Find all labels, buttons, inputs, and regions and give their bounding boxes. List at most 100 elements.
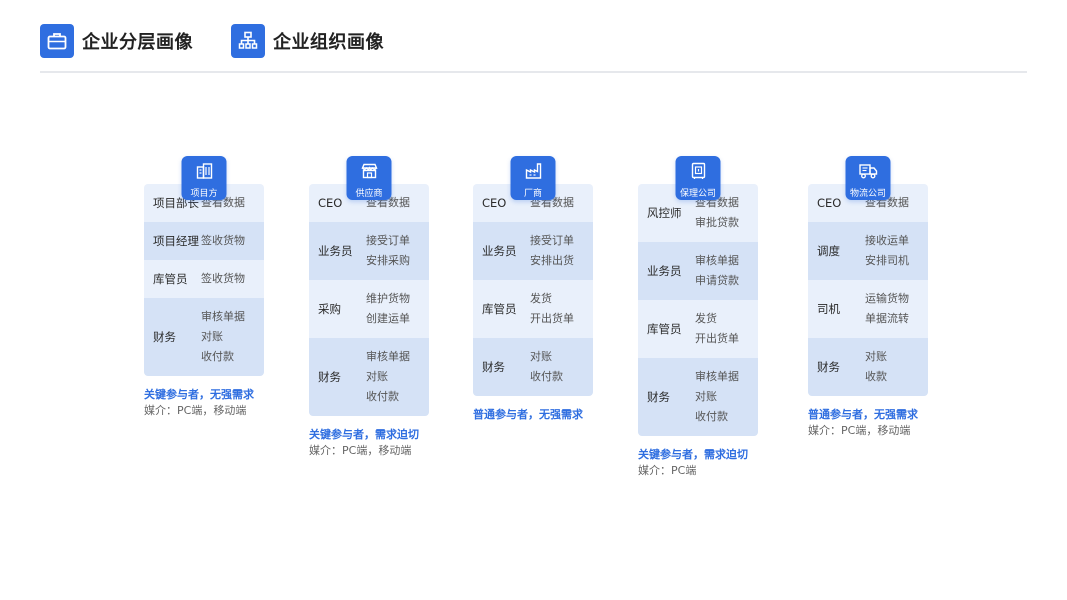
participant-level: 关键参与者，无强需求	[144, 388, 254, 401]
action-item: 接受订单	[530, 234, 574, 247]
action-item: 审核单据	[201, 310, 245, 323]
role-row: 财务 审核单据对账收付款	[638, 358, 758, 436]
action-item: 接受订单	[366, 234, 410, 247]
action-item: 收付款	[201, 350, 234, 363]
column-description: 关键参与者，需求迫切 媒介：PC端，移动端	[309, 427, 479, 459]
column-title: 项目方	[190, 189, 218, 199]
action-item: 对账	[530, 350, 552, 363]
column-title: 物流公司	[849, 189, 886, 199]
tab-org-profile[interactable]: 企业组织画像	[231, 24, 384, 58]
column-description: 普通参与者，无强需求 媒介：PC端，移动端	[808, 407, 978, 439]
role-name: 业务员	[482, 244, 517, 258]
action-item: 审核单据	[695, 370, 739, 383]
role-name: 财务	[482, 360, 505, 374]
action-item: 发货	[530, 292, 552, 305]
briefcase-icon	[40, 24, 74, 58]
role-actions: 对账 收付款	[530, 347, 593, 387]
media-channels: 媒介：PC端，移动端	[144, 404, 247, 417]
action-item: 对账	[865, 350, 887, 363]
role-row: 项目经理 签收货物	[144, 222, 264, 260]
column-badge: 物流公司	[845, 156, 891, 200]
role-name: 库管员	[482, 302, 517, 316]
role-card: CEO 查看数据 调度 接收运单 安排司机 司机 运输货物 单据流转 财务 对账 收款	[808, 184, 928, 396]
role-row: 业务员 接受订单安排出货	[473, 222, 593, 280]
action-item: 开出货单	[695, 332, 739, 345]
action-item: 审核单据	[695, 254, 739, 267]
role-row: 采购 维护货物 创建运单	[309, 280, 429, 338]
header-tabs: 企业分层画像 企业组织画像	[40, 24, 422, 58]
role-actions: 发货 开出货单	[695, 309, 758, 349]
role-row: 库管员 签收货物	[144, 260, 264, 298]
safe-icon	[689, 156, 707, 184]
column-badge: 项目方	[181, 156, 227, 200]
action-item: 签收货物	[201, 234, 245, 247]
action-item: 安排出货	[530, 254, 574, 267]
role-actions: 接收运单 安排司机	[865, 231, 928, 271]
role-actions: 接受订单 安排采购	[366, 231, 429, 271]
action-item: 单据流转	[865, 312, 909, 325]
role-actions: 签收货物	[201, 269, 264, 289]
role-name: 业务员	[647, 264, 682, 278]
role-name: 库管员	[647, 322, 682, 336]
action-item: 对账	[366, 370, 388, 383]
action-item: 运输货物	[865, 292, 909, 305]
action-item: 收付款	[530, 370, 563, 383]
role-row: 财务 对账收款	[808, 338, 928, 396]
role-name: 项目经理	[153, 234, 199, 248]
truck-icon	[858, 156, 878, 184]
role-row: 调度 接收运单 安排司机	[808, 222, 928, 280]
action-item: 收付款	[695, 410, 728, 423]
role-card: 风控师 查看数据 审批贷款 业务员 审核单据 申请贷款 库管员 发货 开出货单 财务 审核单据 对账收…	[638, 184, 758, 436]
role-actions: 对账 收款	[865, 347, 928, 387]
action-item: 审核单据	[366, 350, 410, 363]
role-name: 财务	[647, 390, 670, 404]
tab-org-profile-label: 企业组织画像	[273, 32, 384, 53]
action-item: 接收运单	[865, 234, 909, 247]
role-actions: 接受订单 安排出货	[530, 231, 593, 271]
role-actions: 审核单据 对账 收付款	[366, 347, 429, 407]
role-row: 库管员 发货 开出货单	[638, 300, 758, 358]
role-actions: 审核单据 申请贷款	[695, 251, 758, 291]
media-channels: 媒介：PC端	[638, 464, 697, 477]
role-card: 项目部长 查看数据 项目经理 签收货物 库管员 签收货物 财务 审核单据 对账 收付款	[144, 184, 264, 376]
building-icon	[195, 156, 213, 184]
role-actions: 审核单据 对账 收付款	[695, 367, 758, 427]
role-row: 财务 审核单据 对账 收付款	[309, 338, 429, 416]
role-card: CEO 查看数据 业务员 接受订单 安排采购 采购 维护货物 创建运单 财务 审核单据 对账 收付款	[309, 184, 429, 416]
action-item: 对账	[695, 390, 717, 403]
column-badge: 厂商	[510, 156, 556, 200]
participant-level: 关键参与者，需求迫切	[309, 428, 419, 441]
action-item: 收款	[865, 370, 887, 383]
org-chart-icon	[231, 24, 265, 58]
tab-layered-profile[interactable]: 企业分层画像	[40, 24, 193, 58]
column-title: 供应商	[355, 189, 383, 199]
role-actions: 发货 开出货单	[530, 289, 593, 329]
role-name: 采购	[318, 302, 341, 316]
column-badge: 保理公司	[675, 156, 721, 200]
role-name: 财务	[817, 360, 840, 374]
action-item: 签收货物	[201, 272, 245, 285]
role-row: 库管员 发货 开出货单	[473, 280, 593, 338]
column-title: 保理公司	[679, 189, 716, 199]
column-description: 关键参与者，无强需求 媒介：PC端，移动端	[144, 387, 314, 419]
role-name: 库管员	[153, 272, 188, 286]
role-name: 财务	[153, 330, 176, 344]
action-item: 安排采购	[366, 254, 410, 267]
role-actions: 运输货物 单据流转	[865, 289, 928, 329]
action-item: 审批贷款	[695, 216, 739, 229]
action-item: 收付款	[366, 390, 399, 403]
action-item: 对账	[201, 330, 223, 343]
header-divider	[40, 71, 1027, 73]
role-row: 财务 审核单据对账收付款	[144, 298, 264, 376]
tab-layered-profile-label: 企业分层画像	[82, 32, 193, 53]
participant-level: 关键参与者，需求迫切	[638, 448, 748, 461]
role-actions: 签收货物	[201, 231, 264, 251]
role-card: CEO 查看数据 业务员 接受订单 安排出货 库管员 发货 开出货单 财务 对账 收付款	[473, 184, 593, 396]
role-name: 业务员	[318, 244, 353, 258]
role-name: 风控师	[647, 206, 682, 220]
role-row: 业务员 接受订单安排采购	[309, 222, 429, 280]
role-actions: 审核单据 对账 收付款	[201, 307, 264, 367]
role-row: 司机 运输货物 单据流转	[808, 280, 928, 338]
participant-level: 普通参与者，无强需求	[473, 408, 583, 421]
action-item: 创建运单	[366, 312, 410, 325]
